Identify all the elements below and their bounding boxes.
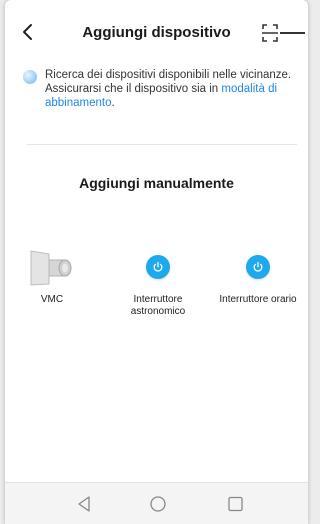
vmc-fan-icon <box>30 250 72 286</box>
searching-indicator-icon <box>23 70 37 84</box>
nav-home-button[interactable] <box>148 495 168 513</box>
header: Aggiungi dispositivo <box>5 0 308 64</box>
divider <box>27 144 297 145</box>
power-icon <box>153 261 163 272</box>
nav-recents-button[interactable] <box>225 495 245 513</box>
square-recents-icon <box>228 496 243 512</box>
system-navbar <box>5 482 308 524</box>
search-description: Ricerca dei dispositivi disponibili nell… <box>45 68 295 110</box>
device-label: Interruttore orario <box>219 294 297 305</box>
scan-button[interactable] <box>261 22 305 44</box>
manual-add-title: Aggiungi manualmente <box>79 175 234 191</box>
device-label: VMC <box>40 294 64 305</box>
power-button-circle <box>146 255 170 279</box>
device-interruttore-astronomico[interactable]: Interruttore astronomico <box>113 248 203 318</box>
triangle-back-icon <box>78 496 90 512</box>
power-icon <box>253 261 263 272</box>
device-icon-wrap <box>113 248 203 286</box>
device-vmc[interactable]: VMC <box>7 248 97 306</box>
search-suffix: . <box>111 97 115 109</box>
device-interruttore-orario[interactable]: Interruttore orario <box>213 248 303 306</box>
device-label: Interruttore astronomico <box>130 294 186 317</box>
scan-frame-icon <box>262 24 305 42</box>
device-icon-wrap <box>7 248 97 286</box>
circle-home-icon <box>150 496 166 512</box>
nav-back-button[interactable] <box>75 495 95 513</box>
app-screen: Aggiungi dispositivo Ricerca dei disposi… <box>5 0 308 524</box>
device-icon-wrap <box>213 248 303 286</box>
power-button-circle <box>246 255 270 279</box>
